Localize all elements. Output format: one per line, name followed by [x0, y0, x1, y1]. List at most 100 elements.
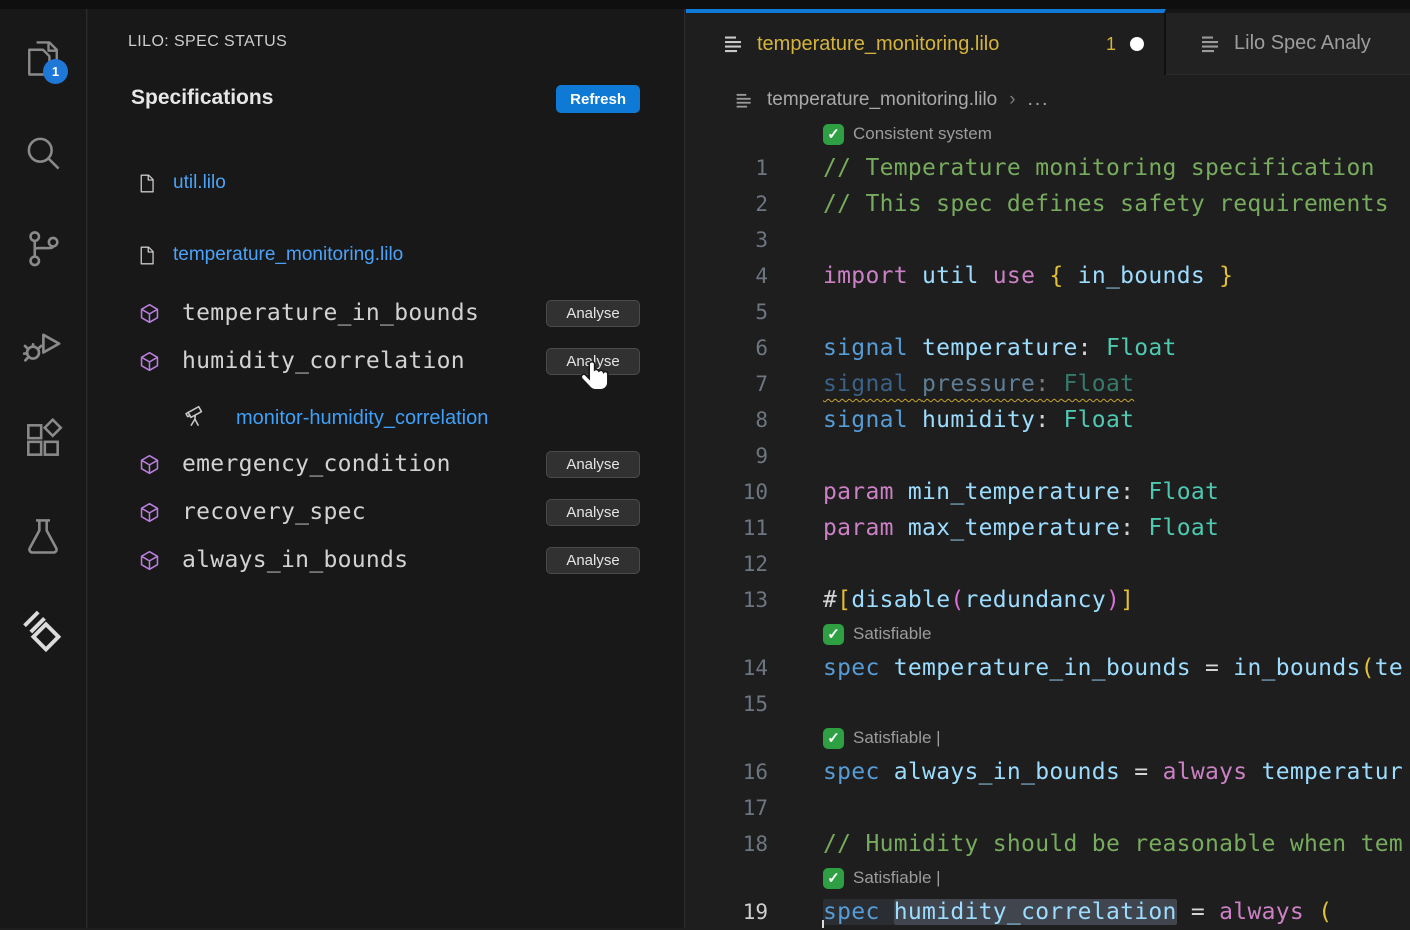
breadcrumb-more[interactable]: ... [1028, 89, 1050, 111]
code-line-6[interactable]: 6signal temperature: Float [686, 330, 1410, 366]
file-list-icon [1199, 32, 1223, 56]
code-line-18[interactable]: 18// Humidity should be reasonable when … [686, 826, 1410, 862]
spec-item-temperature_in_bounds[interactable]: temperature_in_bounds Analyse [88, 298, 684, 328]
tab-temperature-monitoring[interactable]: temperature_monitoring.lilo 1 [686, 9, 1166, 75]
code-line-13[interactable]: 13#[disable(redundancy)] [686, 582, 1410, 618]
breadcrumb[interactable]: temperature_monitoring.lilo › ... [686, 84, 1049, 116]
editor-group: temperature_monitoring.lilo 1 Lilo Spec … [686, 0, 1410, 928]
search-icon[interactable] [0, 105, 86, 200]
code-token: Float [1064, 407, 1135, 433]
run-debug-icon[interactable] [0, 296, 86, 391]
code-line-8[interactable]: 8signal humidity: Float [686, 402, 1410, 438]
code-line-16[interactable]: 16spec always_in_bounds = always tempera… [686, 754, 1410, 790]
code-token: signal [823, 371, 922, 397]
code-token: signal [823, 335, 922, 361]
code-token: : [1035, 371, 1063, 397]
code-editor-content[interactable]: ✓Consistent system1// Temperature monito… [686, 118, 1410, 930]
code-line-2[interactable]: 2// This spec defines safety requirement… [686, 186, 1410, 222]
decoration-text: Satisfiable | [853, 728, 941, 748]
analysis-decoration: ✓ Satisfiable | [686, 722, 1410, 754]
analyse-button[interactable]: Analyse [546, 451, 640, 478]
code-line-3[interactable]: 3 [686, 222, 1410, 258]
analyse-button[interactable]: Analyse [546, 300, 640, 327]
file-item-util.lilo[interactable]: util.lilo [88, 168, 684, 198]
code-token: humidity [922, 407, 1035, 433]
line-content: // Temperature monitoring specification [820, 155, 1375, 181]
code-token: always [1163, 759, 1262, 785]
line-number: 4 [686, 264, 820, 288]
breadcrumb-file[interactable]: temperature_monitoring.lilo [767, 89, 997, 111]
monitor-link-monitor-humidity_correlation[interactable]: monitor-humidity_correlation [88, 402, 684, 434]
line-number: 8 [686, 408, 820, 432]
line-number: 3 [686, 228, 820, 252]
line-content: #[disable(redundancy)] [820, 587, 1134, 613]
code-token: { [1049, 263, 1063, 289]
code-token: spec [823, 759, 894, 785]
check-icon: ✓ [823, 124, 844, 145]
code-token: min_temperature [908, 479, 1120, 505]
spec-item-always_in_bounds[interactable]: always_in_bounds Analyse [88, 545, 684, 575]
code-line-12[interactable]: 12 [686, 546, 1410, 582]
code-token: use [993, 263, 1050, 289]
code-line-19[interactable]: 19spec humidity_correlation = always ( [686, 894, 1410, 930]
code-token: import [823, 263, 922, 289]
source-control-icon[interactable] [0, 200, 86, 295]
code-token: = [1205, 655, 1233, 681]
line-content: param max_temperature: Float [820, 515, 1219, 541]
files-explorer-icon[interactable]: 1 [0, 10, 86, 105]
check-icon: ✓ [823, 728, 844, 749]
analyse-button[interactable]: Analyse [546, 499, 640, 526]
code-line-11[interactable]: 11param max_temperature: Float [686, 510, 1410, 546]
spec-name: recovery_spec [182, 499, 366, 525]
modified-dot-icon[interactable] [1130, 37, 1144, 51]
code-token: in_bounds [1064, 263, 1220, 289]
package-cube-icon [138, 302, 161, 325]
code-token: // Temperature monitoring specification [823, 155, 1375, 181]
lilo-extension-icon[interactable] [0, 584, 86, 679]
file-name: util.lilo [173, 172, 226, 194]
code-line-5[interactable]: 5 [686, 294, 1410, 330]
monitor-link-label: monitor-humidity_correlation [236, 407, 488, 430]
file-item-temperature_monitoring.lilo[interactable]: temperature_monitoring.lilo [88, 240, 684, 270]
code-token: : [1078, 335, 1106, 361]
code-token: ) [1106, 587, 1120, 613]
spec-item-humidity_correlation[interactable]: humidity_correlationAnalyse [88, 346, 684, 376]
line-number: 5 [686, 300, 820, 324]
text-cursor [822, 920, 824, 928]
line-number: 12 [686, 552, 820, 576]
spec-item-recovery_spec[interactable]: recovery_spec Analyse [88, 497, 684, 527]
tab-lilo-spec-analysis[interactable]: Lilo Spec Analy [1166, 9, 1410, 75]
code-line-7[interactable]: 7signal pressure: Float [686, 366, 1410, 402]
code-token: param [823, 479, 908, 505]
code-token: Float [1148, 515, 1219, 541]
code-line-9[interactable]: 9 [686, 438, 1410, 474]
testing-icon[interactable] [0, 488, 86, 583]
spec-name: always_in_bounds [182, 547, 408, 573]
code-token: ] [1120, 587, 1134, 613]
line-number: 7 [686, 372, 820, 396]
code-line-14[interactable]: 14spec temperature_in_bounds = in_bounds… [686, 650, 1410, 686]
code-line-15[interactable]: 15 [686, 686, 1410, 722]
tab-label: Lilo Spec Analy [1234, 32, 1371, 55]
window-top-edge [0, 0, 1410, 9]
code-line-1[interactable]: 1// Temperature monitoring specification [686, 150, 1410, 186]
spec-item-emergency_condition[interactable]: emergency_conditionAnalyse [88, 449, 684, 479]
spec-name: temperature_in_bounds [182, 300, 479, 326]
code-token: Float [1064, 371, 1135, 397]
section-title: Specifications [131, 86, 273, 110]
line-number: 19 [686, 900, 820, 924]
code-line-17[interactable]: 17 [686, 790, 1410, 826]
code-token: max_temperature [908, 515, 1120, 541]
extensions-icon[interactable] [0, 392, 86, 487]
code-line-10[interactable]: 10param min_temperature: Float [686, 474, 1410, 510]
analyse-button[interactable]: Analyse [546, 547, 640, 574]
file-list-icon [734, 90, 755, 111]
analyse-button[interactable]: Analyse [546, 348, 640, 375]
line-number: 9 [686, 444, 820, 468]
refresh-button[interactable]: Refresh [556, 85, 640, 113]
testing-icon-glyph [21, 514, 65, 558]
code-token: temperatur [1262, 759, 1403, 785]
code-token: param [823, 515, 908, 541]
code-line-4[interactable]: 4import util use { in_bounds } [686, 258, 1410, 294]
line-number: 13 [686, 588, 820, 612]
